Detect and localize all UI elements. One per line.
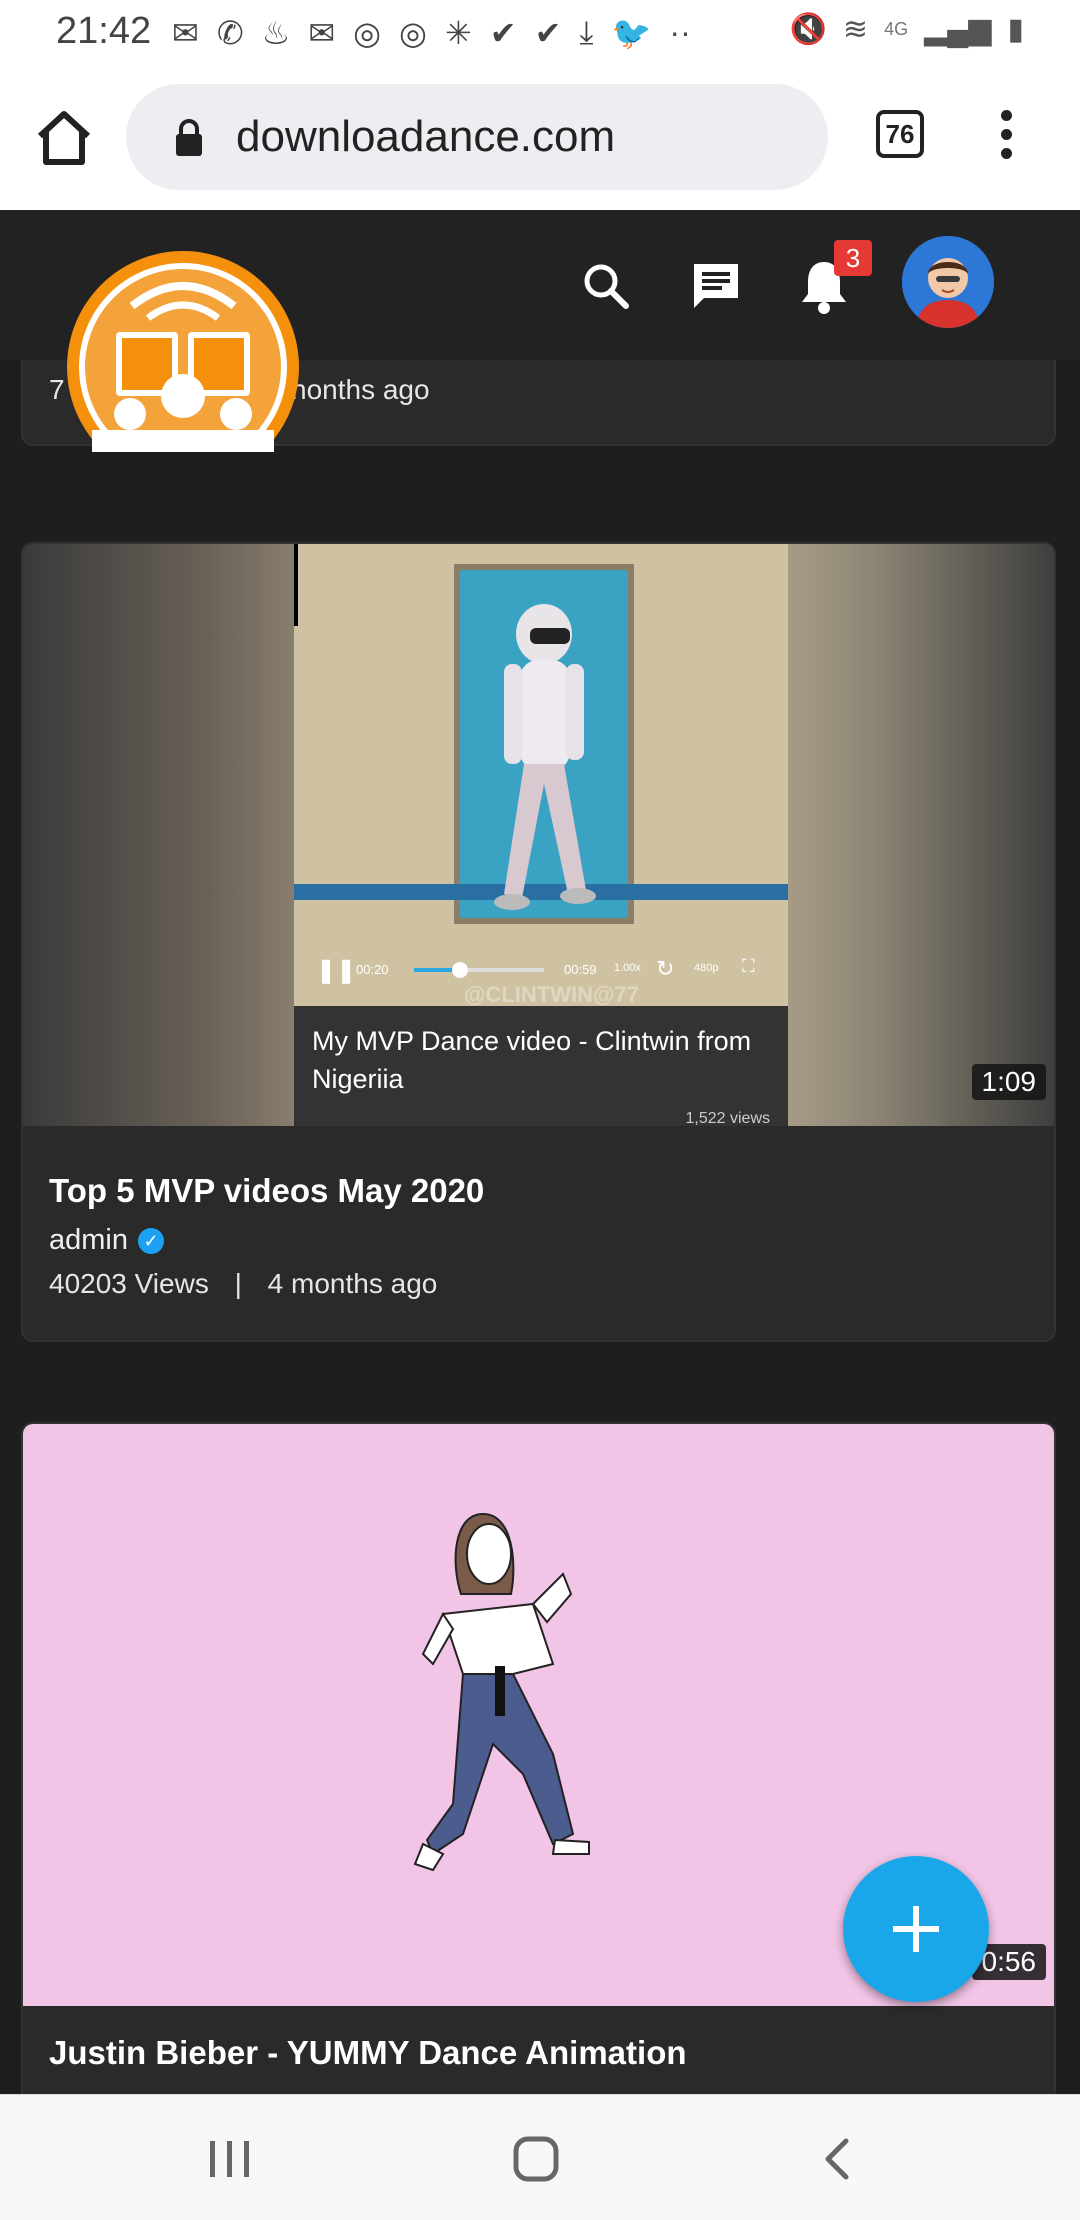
views-count: 40203 Views — [49, 1268, 209, 1299]
twitter-icon: 🐦 — [611, 15, 652, 51]
address-bar[interactable]: downloadance.com — [126, 84, 828, 190]
status-time: 21:42 — [56, 10, 152, 52]
gmail-icon: ✉ — [172, 15, 199, 51]
embedded-caption-panel: My MVP Dance video - Clintwin from Niger… — [294, 1006, 788, 1126]
instagram-icon: ◎ — [399, 15, 427, 51]
search-icon — [584, 264, 629, 309]
mail-icon: ✉ — [308, 15, 336, 51]
video-stats: 40203 Views | 4 months ago — [49, 1268, 437, 1300]
video-card[interactable]: ❚❚ 00:20 00:59 1.00x ↻ 480p ⛶ @CLINTWIN@… — [21, 542, 1056, 1342]
dot — [1000, 110, 1012, 121]
time-ago: 4 months ago — [267, 1268, 438, 1299]
notification-icons: ✉ ✆ ♨ ✉ ◎ ◎ ✳ ✔ ✔ ⤓ 🐦 ·· — [172, 14, 691, 52]
rewind-icon[interactable]: ↻ — [656, 956, 674, 982]
home-button[interactable] — [32, 106, 96, 170]
player-speed: 1.00x — [614, 962, 641, 974]
network-type: 4G — [884, 19, 909, 39]
download-done-icon: ✔ — [489, 15, 517, 51]
embedded-video-frame: ❚❚ 00:20 00:59 1.00x ↻ 480p ⛶ @CLINTWIN@… — [294, 544, 788, 1126]
chat-icon — [694, 264, 738, 308]
browser-toolbar: downloadance.com 76 — [0, 66, 1080, 210]
embedded-views: 1,522 views — [685, 1110, 771, 1126]
player-total: 00:59 — [564, 962, 597, 977]
home-nav-icon[interactable] — [512, 2135, 560, 2183]
browser-menu-button[interactable] — [992, 106, 1020, 170]
instagram-icon: ◎ — [353, 15, 382, 51]
back-icon[interactable] — [818, 2137, 858, 2181]
embedded-caption: My MVP Dance video - Clintwin from Niger… — [312, 1026, 752, 1094]
dot — [1000, 129, 1012, 140]
site-logo[interactable] — [62, 246, 304, 452]
player-quality: 480p — [694, 962, 719, 974]
system-icons: 🔇 ≋ 4G ▂▄▆ ▮ — [790, 12, 1024, 47]
mute-icon: 🔇 — [789, 13, 827, 46]
user-avatar[interactable] — [902, 236, 994, 328]
fullscreen-icon[interactable]: ⛶ — [742, 956, 755, 977]
more-notifications-icon: ·· — [669, 14, 691, 50]
player-progress-track[interactable] — [414, 962, 544, 978]
video-feed: 7 nonths ago ❚❚ 00:20 00:59 1.00x ↻ 480p… — [0, 360, 1080, 2094]
download-done-icon: ✔ — [534, 15, 562, 51]
dancer-figure — [494, 604, 596, 910]
watermark: @CLINTWIN@77 — [464, 982, 639, 1007]
stats-separator: | — [234, 1268, 242, 1299]
cursor-line — [294, 544, 298, 626]
url-text: downloadance.com — [236, 112, 616, 161]
lock-icon — [176, 119, 202, 156]
video-title[interactable]: Top 5 MVP videos May 2020 — [49, 1172, 484, 1210]
signal-icon: ▂▄▆ — [924, 13, 992, 46]
add-video-button[interactable] — [843, 1856, 989, 2002]
video-duration: 1:09 — [971, 1064, 1046, 1100]
logo-icon — [67, 251, 299, 452]
time-ago: nonths ago — [291, 374, 430, 405]
download-icon: ⤓ — [579, 14, 594, 50]
recent-apps-icon[interactable] — [206, 2137, 254, 2181]
player-elapsed: 00:20 — [356, 962, 389, 977]
walmart-icon: ✳ — [444, 15, 472, 51]
status-bar: 21:42 ✉ ✆ ♨ ✉ ◎ ◎ ✳ ✔ ✔ ⤓ 🐦 ·· 🔇 ≋ 4G ▂▄… — [0, 0, 1080, 66]
dot — [1000, 148, 1012, 159]
battery-icon: ▮ — [1007, 13, 1024, 46]
video-thumbnail[interactable]: ❚❚ 00:20 00:59 1.00x ↻ 480p ⛶ @CLINTWIN@… — [23, 544, 1054, 1126]
system-nav-bar — [0, 2094, 1080, 2220]
messages-button[interactable] — [688, 258, 744, 314]
home-icon — [37, 111, 91, 165]
search-button[interactable] — [580, 260, 632, 312]
tab-switcher-button[interactable]: 76 — [876, 110, 924, 158]
app-icon: ♨ — [261, 15, 291, 51]
verified-icon: ✓ — [138, 1228, 164, 1255]
author-name[interactable]: admin — [49, 1224, 128, 1256]
notification-count-badge: 3 — [834, 240, 872, 276]
player-progress-knob[interactable] — [451, 962, 468, 978]
wifi-icon: ≋ — [842, 13, 869, 46]
video-title[interactable]: Justin Bieber - YUMMY Dance Animation — [49, 2034, 687, 2072]
author-row: admin ✓ — [49, 1224, 164, 1257]
avatar-icon — [902, 236, 994, 328]
dancer-illustration — [413, 1512, 590, 1872]
wifi-call-icon: ✆ — [216, 15, 244, 51]
pause-icon[interactable]: ❚❚ — [316, 956, 356, 985]
